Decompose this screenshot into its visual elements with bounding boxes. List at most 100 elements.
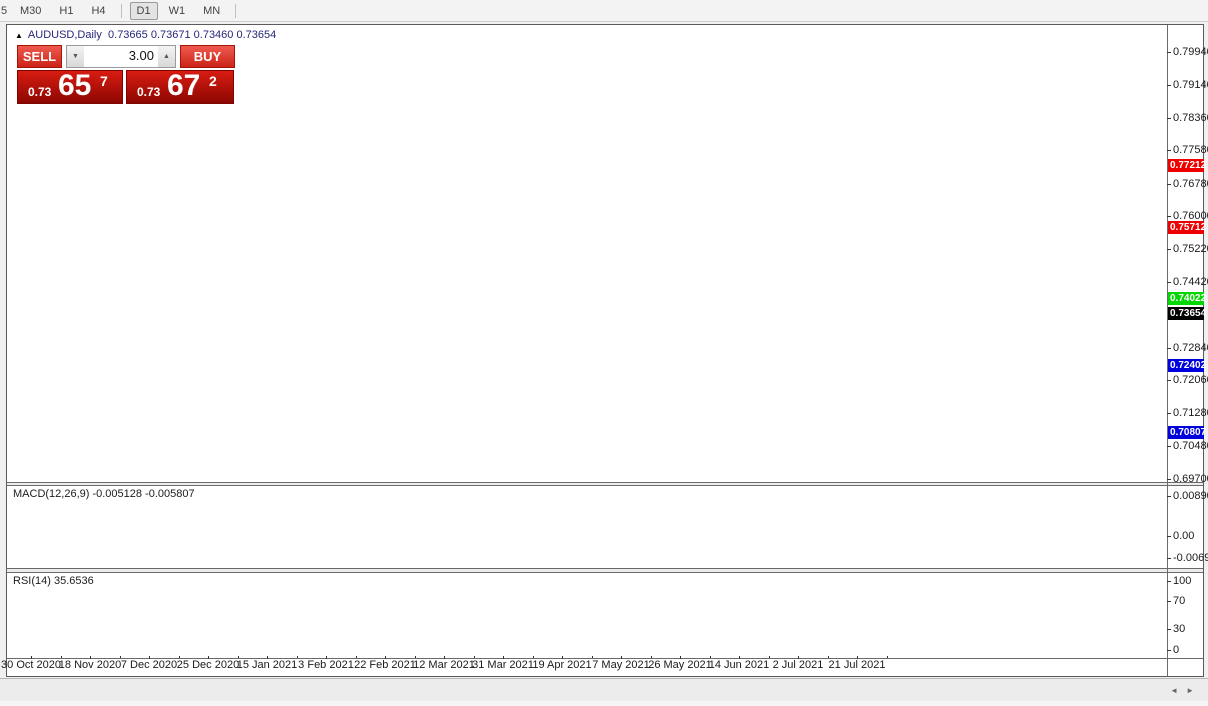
date-axis-label: 26 May 2021 (648, 659, 712, 671)
date-mid-tick (533, 656, 534, 658)
price-axis-label: 0.69700 (1173, 473, 1208, 485)
one-click-trade-widget: SELL ▼ 3.00 ▲ BUY 0.73 65 7 0.73 67 2 (17, 45, 235, 104)
status-strip (0, 701, 1208, 706)
timeframe-button-mn[interactable]: MN (196, 2, 227, 20)
volume-input[interactable]: 3.00 (84, 46, 158, 67)
date-tick (267, 656, 268, 659)
date-axis-label: 19 Apr 2021 (532, 659, 591, 671)
macd-tick (1167, 536, 1171, 537)
price-tick (1167, 348, 1171, 349)
price-tick (1167, 380, 1171, 381)
sell-button[interactable]: SELL (17, 45, 62, 68)
volume-decrease-icon[interactable]: ▼ (67, 46, 84, 67)
timeframe-button-h4[interactable]: H4 (84, 2, 112, 20)
price-axis-label: 0.79140 (1173, 79, 1208, 91)
date-mid-tick (179, 656, 180, 658)
rsi-tick (1167, 581, 1171, 582)
date-mid-tick (828, 656, 829, 658)
volume-increase-icon[interactable]: ▲ (158, 46, 175, 67)
rsi-tick (1167, 629, 1171, 630)
date-tick (149, 656, 150, 659)
date-tick (385, 656, 386, 659)
tabs-scroll-left-icon[interactable]: ◄ (1170, 686, 1186, 695)
rsi-indicator-label: RSI(14) 35.6536 (13, 575, 94, 587)
price-axis-label: 0.75220 (1173, 243, 1208, 255)
price-axis-label: 0.72840 (1173, 342, 1208, 354)
rsi-axis-label: 70 (1173, 595, 1185, 607)
price-axis-label: 0.74420 (1173, 276, 1208, 288)
rsi-top-border (7, 572, 1203, 573)
date-axis-label: 21 Jul 2021 (829, 659, 886, 671)
volume-stepper: ▼ 3.00 ▲ (66, 45, 176, 68)
date-mid-tick (356, 656, 357, 658)
price-tag: 0.77212 (1168, 159, 1204, 172)
date-mid-tick (651, 656, 652, 658)
price-tick (1167, 446, 1171, 447)
date-axis-label: 7 Dec 2020 (121, 659, 177, 671)
price-tick (1167, 479, 1171, 480)
date-tick (31, 656, 32, 659)
sell-price-panel[interactable]: 0.73 65 7 (17, 70, 123, 104)
date-tick (326, 656, 327, 659)
rsi-tick (1167, 601, 1171, 602)
date-mid-tick (415, 656, 416, 658)
date-tick (621, 656, 622, 659)
rsi-axis-label: 30 (1173, 623, 1185, 635)
date-tick (562, 656, 563, 659)
chart-title: ▲AUDUSD,Daily 0.73665 0.73671 0.73460 0.… (15, 29, 276, 41)
date-mid-tick (592, 656, 593, 658)
price-tick (1167, 85, 1171, 86)
date-mid-tick (710, 656, 711, 658)
macd-axis-label: 0.00 (1173, 530, 1194, 542)
price-chart-canvas[interactable] (8, 41, 1167, 482)
chart-tab-bar: ◄► (0, 678, 1208, 701)
price-tag: 0.75712 (1168, 221, 1204, 234)
chart-symbol-label: AUDUSD,Daily (28, 29, 102, 41)
timeframe-button-m30[interactable]: M30 (13, 2, 48, 20)
buy-price-prefix: 0.73 (137, 85, 160, 99)
price-tick (1167, 413, 1171, 414)
date-axis-label: 18 Nov 2020 (59, 659, 121, 671)
chart-collapse-icon[interactable]: ▲ (15, 31, 23, 40)
date-axis-label: 14 Jun 2021 (709, 659, 770, 671)
date-tick (798, 656, 799, 659)
timeframe-button-d1[interactable]: D1 (130, 2, 158, 20)
date-mid-tick (887, 656, 888, 658)
toolbar-separator (121, 4, 122, 18)
date-axis-label: 30 Oct 2020 (1, 659, 61, 671)
macd-tick (1167, 496, 1171, 497)
timeframe-button-5[interactable]: 5 (0, 2, 9, 20)
date-axis-label: 3 Feb 2021 (298, 659, 354, 671)
date-tick (680, 656, 681, 659)
rsi-axis-label: 0 (1173, 644, 1179, 656)
price-axis-label: 0.77580 (1173, 144, 1208, 156)
buy-button[interactable]: BUY (180, 45, 235, 68)
date-tick (739, 656, 740, 659)
timeframe-button-h1[interactable]: H1 (52, 2, 80, 20)
price-axis-label: 0.70480 (1173, 440, 1208, 452)
macd-top-border (7, 485, 1203, 486)
buy-price-pip: 2 (209, 73, 217, 89)
buy-price-panel[interactable]: 0.73 67 2 (126, 70, 234, 104)
price-tag: 0.73654 (1168, 307, 1204, 320)
price-axis-border (1167, 25, 1168, 676)
date-axis-label: 22 Feb 2021 (354, 659, 416, 671)
date-mid-tick (769, 656, 770, 658)
rsi-panel-canvas[interactable] (8, 573, 1167, 658)
date-axis-label: 31 Mar 2021 (472, 659, 534, 671)
timeframe-button-w1[interactable]: W1 (162, 2, 193, 20)
date-tick (444, 656, 445, 659)
tabs-scroll-right-icon[interactable]: ► (1186, 686, 1202, 695)
trading-app: 5M30H1H4D1W1MN ▲AUDUSD,Daily 0.73665 0.7… (0, 0, 1208, 706)
date-tick (208, 656, 209, 659)
sell-price-prefix: 0.73 (28, 85, 51, 99)
price-axis-label: 0.78360 (1173, 112, 1208, 124)
price-tick (1167, 282, 1171, 283)
rsi-axis-label: 100 (1173, 575, 1191, 587)
toolbar-separator (235, 4, 236, 18)
price-axis-label: 0.79940 (1173, 46, 1208, 58)
date-mid-tick (61, 656, 62, 658)
macd-tick (1167, 558, 1171, 559)
price-tick (1167, 184, 1171, 185)
price-tick (1167, 249, 1171, 250)
